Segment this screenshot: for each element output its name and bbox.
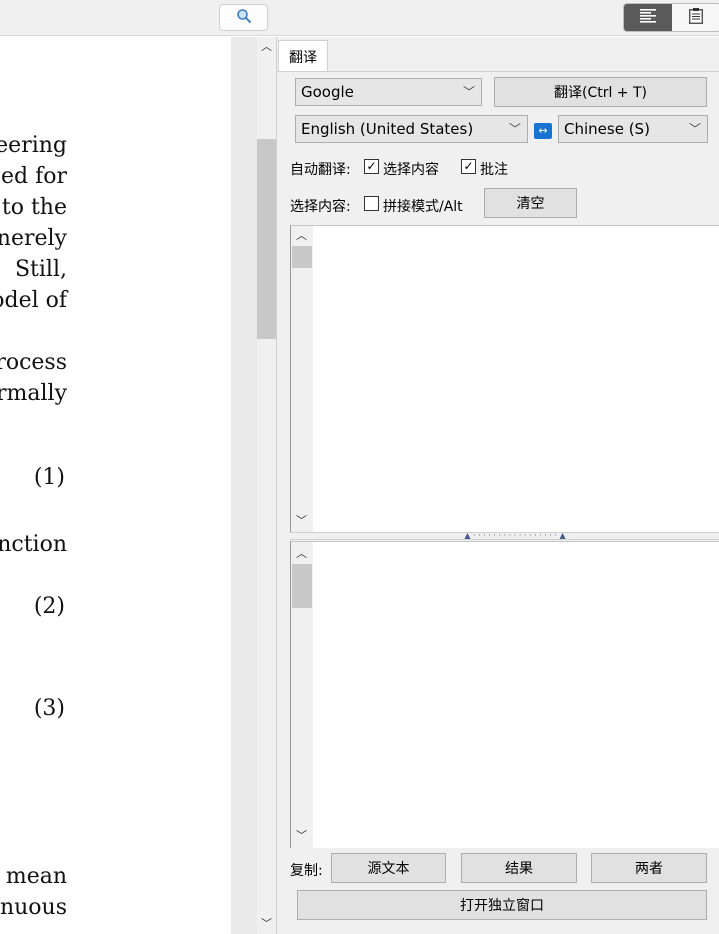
doc-text-line: Still, (14, 257, 67, 282)
scrollbar-thumb[interactable] (257, 139, 276, 339)
doc-text-line: nction (0, 532, 67, 557)
result-text-area[interactable]: ︿ ﹀ (290, 541, 719, 848)
chevron-down-icon: ﹀ (462, 85, 475, 99)
doc-text-line: eering (0, 133, 67, 158)
search-button[interactable] (219, 4, 268, 31)
swap-arrows-icon[interactable]: ↔ (534, 123, 552, 139)
source-language-value: English (United States) (301, 120, 474, 138)
document-scrollbar[interactable]: ︿ ﹀ (257, 37, 276, 934)
clear-button[interactable]: 清空 (484, 188, 577, 218)
doc-text-line: inuous (0, 895, 67, 920)
copy-label: 复制: (290, 863, 323, 879)
chevron-down-icon: ﹀ (688, 122, 701, 136)
document-page: eering ed for to the nerely Still, odel … (0, 37, 231, 934)
target-language-value: Chinese (S) (564, 120, 650, 138)
translation-panel: 翻译 Google ﹀ 翻译(Ctrl + T) English (United… (277, 37, 719, 934)
chevron-up-icon[interactable]: ︿ (296, 230, 307, 242)
chevron-down-icon[interactable]: ﹀ (261, 918, 272, 930)
auto-annotation-label: 批注 (480, 162, 508, 178)
auto-selection-label: 选择内容 (383, 162, 439, 178)
engine-select-value: Google (301, 83, 354, 101)
chevron-down-icon: ﹀ (508, 122, 521, 136)
doc-text-line: nerely (0, 226, 67, 251)
open-window-button[interactable]: 打开独立窗口 (297, 890, 707, 920)
selection-label: 选择内容: (290, 199, 351, 215)
page-gutter (231, 37, 257, 934)
concat-mode-checkbox[interactable] (364, 196, 379, 211)
grip-dots-icon[interactable]: ▲ · · · · · · · · · · · · · · · · · ▲ (445, 532, 585, 540)
note-view-button[interactable] (672, 4, 719, 31)
chevron-down-icon[interactable]: ﹀ (296, 830, 307, 842)
doc-text-line: rmally (0, 381, 67, 406)
copy-source-button[interactable]: 源文本 (331, 853, 446, 883)
scrollbar-thumb[interactable] (292, 246, 312, 268)
target-language-select[interactable]: Chinese (S) ﹀ (558, 115, 708, 143)
tab-underline (277, 71, 719, 72)
textbox-splitter[interactable]: ▲ · · · · · · · · · · · · · · · · · ▲ (290, 532, 719, 540)
equation-number: (1) (33, 465, 65, 490)
top-toolbar (0, 0, 719, 36)
tab-translate[interactable]: 翻译 (278, 40, 328, 72)
scrollbar-thumb[interactable] (292, 564, 312, 608)
auto-translate-label: 自动翻译: (290, 162, 351, 178)
chevron-up-icon[interactable]: ︿ (296, 548, 307, 560)
concat-mode-label: 拼接模式/Alt (383, 199, 463, 215)
source-language-select[interactable]: English (United States) ﹀ (295, 115, 528, 143)
equation-number: (3) (33, 696, 65, 721)
doc-text-line: to the (1, 195, 67, 220)
doc-text-line: ed for (1, 164, 67, 189)
auto-selection-checkbox[interactable]: ✓ (364, 159, 379, 174)
copy-result-button[interactable]: 结果 (461, 853, 577, 883)
note-view-icon (689, 7, 703, 28)
chevron-up-icon[interactable]: ︿ (261, 41, 272, 53)
translate-button[interactable]: 翻译(Ctrl + T) (494, 77, 707, 107)
equation-number: (2) (33, 594, 65, 619)
magnifier-icon (236, 8, 252, 28)
text-view-button[interactable] (624, 4, 672, 31)
chevron-down-icon[interactable]: ﹀ (296, 515, 307, 527)
view-mode-toggle (623, 3, 719, 32)
doc-text-line: mean (5, 864, 67, 889)
engine-select[interactable]: Google ﹀ (295, 78, 482, 106)
doc-text-line: rocess (0, 350, 67, 375)
auto-annotation-checkbox[interactable]: ✓ (461, 159, 476, 174)
result-text-scrollbar[interactable]: ︿ ﹀ (291, 542, 313, 848)
doc-text-line: odel of (0, 288, 67, 313)
source-text-area[interactable]: ︿ ﹀ (290, 225, 719, 532)
source-text-scrollbar[interactable]: ︿ ﹀ (291, 226, 313, 532)
copy-both-button[interactable]: 两者 (591, 853, 707, 883)
text-view-icon (640, 8, 656, 27)
